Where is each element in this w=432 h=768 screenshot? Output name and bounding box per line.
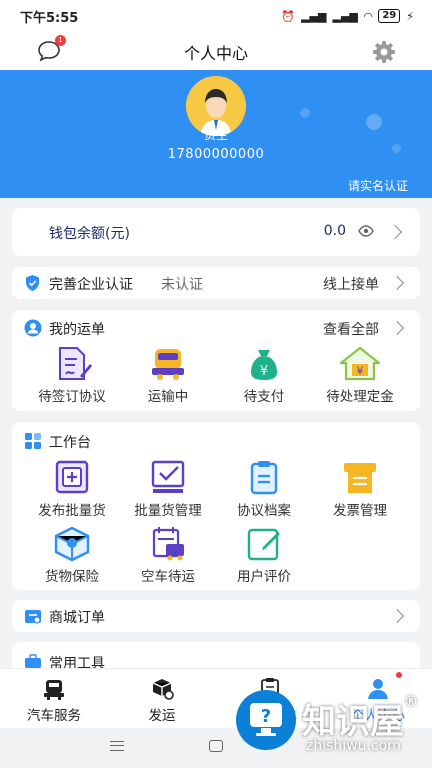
alarm-icon: ⏰ [281, 9, 296, 23]
gear-icon[interactable] [372, 40, 396, 64]
my-orders-title: 我的运单 [49, 322, 105, 338]
order-item-label: 运输中 [147, 389, 189, 405]
order-pending-deposit[interactable]: ¥ 待处理定金 [312, 346, 408, 405]
watermark-sub: zhishiwu.com [306, 738, 401, 754]
money-bag-icon: ¥ [251, 350, 277, 380]
workbench-invoice[interactable]: 发票管理 [312, 460, 408, 519]
user-circle-icon [24, 319, 42, 337]
enterprise-verify-row[interactable]: 完善企业认证 未认证 线上接单 [12, 267, 420, 299]
user-role: 货主 [203, 128, 228, 142]
battery-icon: 29 [378, 9, 401, 23]
page-title: 个人中心 [183, 44, 248, 63]
toolbox-icon [25, 654, 41, 668]
mall-orders-row[interactable]: 商城订单 [12, 600, 420, 632]
truck-icon [152, 349, 184, 380]
enterprise-verify-status: 未认证 [161, 277, 203, 293]
profile-header: 货主 17800000000 请实名认证 [0, 70, 432, 198]
workbench-cargo-manage[interactable]: 批量货管理 [120, 460, 216, 519]
mall-orders-label: 商城订单 [49, 610, 105, 626]
svg-text:¥: ¥ [357, 365, 364, 378]
workbench-insurance[interactable]: 货物保险 [24, 526, 120, 585]
charging-icon: ⚡ [406, 9, 414, 23]
eye-icon[interactable] [358, 225, 374, 237]
order-item-label: 待处理定金 [326, 389, 394, 405]
status-bar: 下午5:55 ⏰ ▂▄▆ ▂▄▆ ◠ 29 ⚡ [0, 0, 432, 32]
enterprise-verify-label: 完善企业认证 [49, 277, 133, 293]
signal-icon: ▂▄▆ [301, 9, 327, 23]
user-phone: 17800000000 [167, 147, 265, 162]
chevron-right-icon [389, 275, 405, 291]
tab-label: 发运 [148, 708, 176, 724]
tab-shipping[interactable]: 发运 [108, 677, 216, 724]
wallet-label: 钱包余额(元) [49, 226, 130, 242]
watermark: ? 知识屋® zhishiwu.com [236, 678, 428, 764]
order-pending-contract[interactable]: 待签订协议 [24, 346, 120, 405]
signal-icon-2: ▂▄▆ [332, 9, 358, 23]
watermark-text: 知识屋® [302, 694, 418, 742]
workbench-item-label: 批量货管理 [134, 503, 202, 519]
order-in-transit[interactable]: 运输中 [120, 346, 216, 405]
workbench-card: 工作台 发布批量货 批量货管理 协议档案 发票管理 货物保险 空车待运 用户评价 [12, 422, 420, 590]
order-item-label: 待签订协议 [38, 389, 106, 405]
decor-bubble [300, 108, 310, 118]
real-name-verify-link[interactable]: 请实名认证 [348, 177, 408, 194]
cargo-manage-icon [151, 460, 185, 493]
grid-apps-icon [25, 433, 41, 449]
workbench-item-label: 发票管理 [333, 503, 387, 519]
top-bar: 1 个人中心 [0, 32, 432, 70]
svg-text:?: ? [261, 706, 271, 727]
status-icons: ⏰ ▂▄▆ ▂▄▆ ◠ 29 ⚡ [281, 9, 414, 23]
menu-icon[interactable] [110, 741, 124, 751]
workbench-agreement-file[interactable]: 协议档案 [216, 460, 312, 519]
tab-car-service[interactable]: 汽车服务 [0, 677, 108, 724]
workbench-title: 工作台 [49, 435, 91, 451]
watermark-logo: ? [236, 690, 296, 750]
car-service-icon [44, 680, 64, 700]
order-item-label: 待支付 [243, 389, 285, 405]
home-icon[interactable] [209, 740, 223, 752]
publish-cargo-icon [55, 460, 89, 494]
online-order-link[interactable]: 线上接单 [323, 274, 379, 294]
shield-check-icon [26, 275, 39, 291]
workbench-review[interactable]: 用户评价 [216, 526, 312, 585]
workbench-publish-cargo[interactable]: 发布批量货 [24, 460, 120, 519]
workbench-item-label: 货物保险 [45, 569, 99, 585]
workbench-item-label: 发布批量货 [38, 503, 106, 519]
contract-sign-icon [59, 347, 92, 380]
workbench-item-label: 协议档案 [237, 503, 291, 519]
watermark-monitor-icon: ? [250, 703, 282, 736]
workbench-item-label: 用户评价 [237, 569, 291, 585]
workbench-item-label: 空车待运 [141, 569, 195, 585]
wallet-amount: 0.0 [323, 223, 346, 239]
agreement-file-icon [250, 461, 278, 495]
wifi-icon: ◠ [363, 9, 373, 23]
status-time: 下午5:55 [20, 10, 79, 26]
empty-truck-icon [152, 527, 184, 561]
wallet-card[interactable]: 钱包余额(元) 0.0 [12, 208, 420, 256]
my-orders-card: 我的运单 查看全部 待签订协议 运输中 ¥ 待支付 ¥ 待处理定金 [12, 310, 420, 411]
tab-label: 汽车服务 [27, 708, 81, 724]
deposit-house-icon: ¥ [339, 346, 381, 381]
view-all-link[interactable]: 查看全部 [323, 319, 379, 339]
chevron-right-icon [389, 608, 405, 624]
chevron-right-icon [387, 224, 403, 240]
chevron-right-icon [389, 320, 405, 336]
shop-icon [25, 610, 41, 624]
shipping-icon [152, 679, 174, 700]
review-icon [247, 528, 280, 561]
insurance-icon [54, 526, 90, 562]
order-pending-payment[interactable]: ¥ 待支付 [216, 346, 312, 405]
invoice-icon [344, 463, 376, 493]
svg-text:¥: ¥ [260, 364, 268, 379]
workbench-empty-truck[interactable]: 空车待运 [120, 526, 216, 585]
